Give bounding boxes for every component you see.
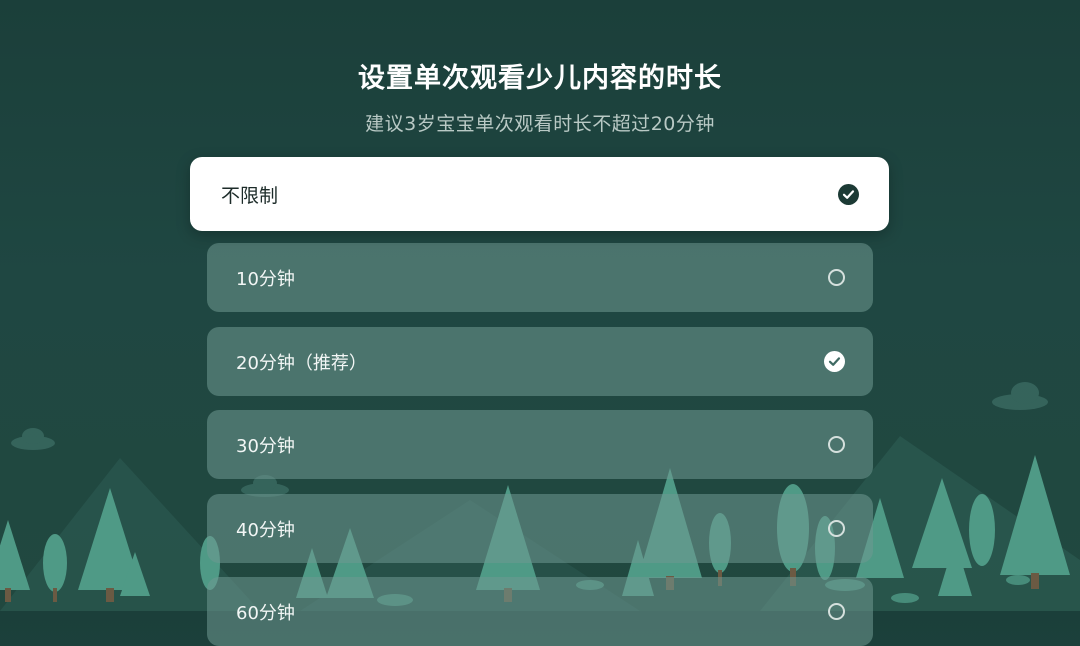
- option-20-minutes[interactable]: 20分钟（推荐）: [207, 327, 873, 396]
- option-label: 20分钟（推荐）: [236, 352, 367, 374]
- option-10-minutes[interactable]: 10分钟: [207, 243, 873, 312]
- option-60-minutes[interactable]: 60分钟: [207, 577, 873, 646]
- radio-empty-icon: [828, 269, 845, 286]
- option-label: 10分钟: [236, 268, 295, 290]
- page-subtitle: 建议3岁宝宝单次观看时长不超过20分钟: [365, 113, 715, 135]
- option-label: 30分钟: [236, 435, 295, 457]
- option-label: 60分钟: [236, 602, 295, 624]
- option-no-limit[interactable]: 不限制: [190, 157, 889, 231]
- option-40-minutes[interactable]: 40分钟: [207, 494, 873, 563]
- radio-empty-icon: [828, 603, 845, 620]
- checkmark-icon: [824, 351, 845, 372]
- page-title: 设置单次观看少儿内容的时长: [358, 63, 722, 94]
- option-label: 40分钟: [236, 519, 295, 541]
- header: 设置单次观看少儿内容的时长 建议3岁宝宝单次观看时长不超过20分钟: [0, 0, 1080, 136]
- radio-empty-icon: [828, 520, 845, 537]
- checkmark-icon: [838, 183, 859, 205]
- option-label: 不限制: [221, 184, 279, 207]
- option-30-minutes[interactable]: 30分钟: [207, 410, 873, 479]
- radio-empty-icon: [828, 436, 845, 453]
